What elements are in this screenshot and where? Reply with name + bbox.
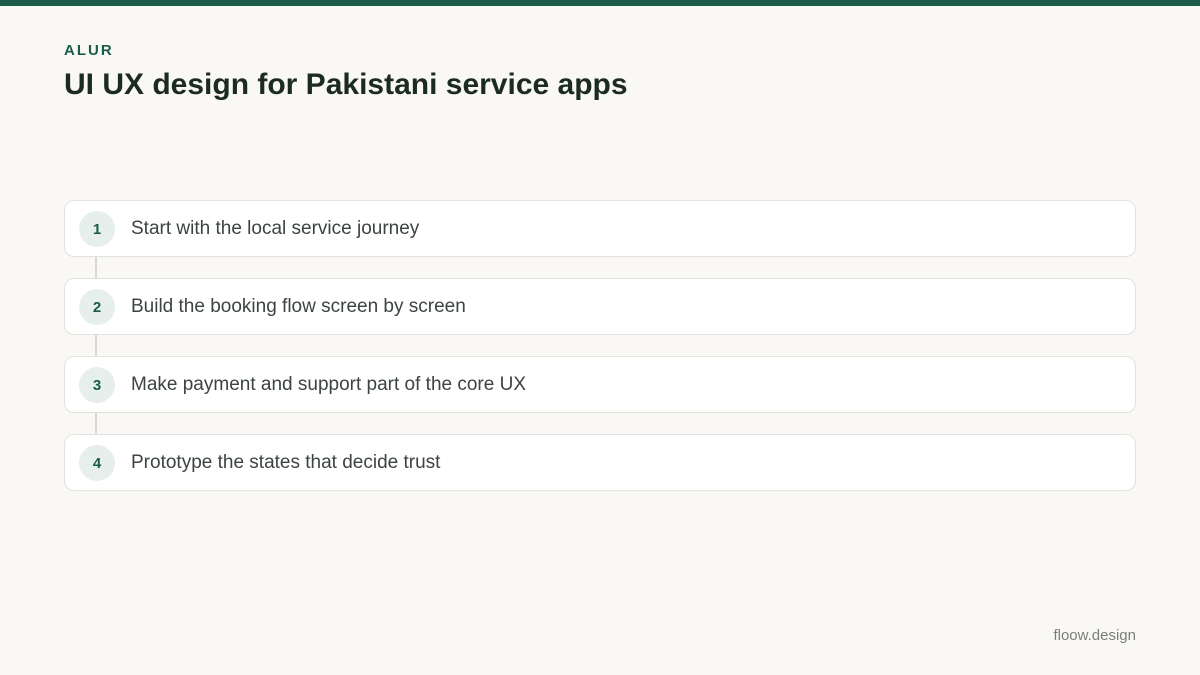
step-number-badge: 4: [79, 445, 115, 481]
step-number-badge: 3: [79, 367, 115, 403]
step-text: Start with the local service journey: [131, 218, 420, 239]
step-number-badge: 2: [79, 289, 115, 325]
step-card-1: 1 Start with the local service journey: [64, 200, 1136, 257]
step-connector: [95, 334, 97, 358]
step-card-4: 4 Prototype the states that decide trust: [64, 434, 1136, 491]
step-number-badge: 1: [79, 211, 115, 247]
step-text: Build the booking flow screen by screen: [131, 296, 466, 317]
step-card-3: 3 Make payment and support part of the c…: [64, 356, 1136, 413]
step-connector: [95, 256, 97, 280]
footer-brand: floow.design: [1053, 627, 1136, 644]
top-accent-bar: [0, 0, 1200, 6]
step-card-2: 2 Build the booking flow screen by scree…: [64, 278, 1136, 335]
step-text: Prototype the states that decide trust: [131, 452, 441, 473]
step-text: Make payment and support part of the cor…: [131, 374, 526, 395]
eyebrow-label: ALUR: [64, 42, 114, 59]
page-title: UI UX design for Pakistani service apps: [64, 68, 628, 101]
step-connector: [95, 412, 97, 436]
